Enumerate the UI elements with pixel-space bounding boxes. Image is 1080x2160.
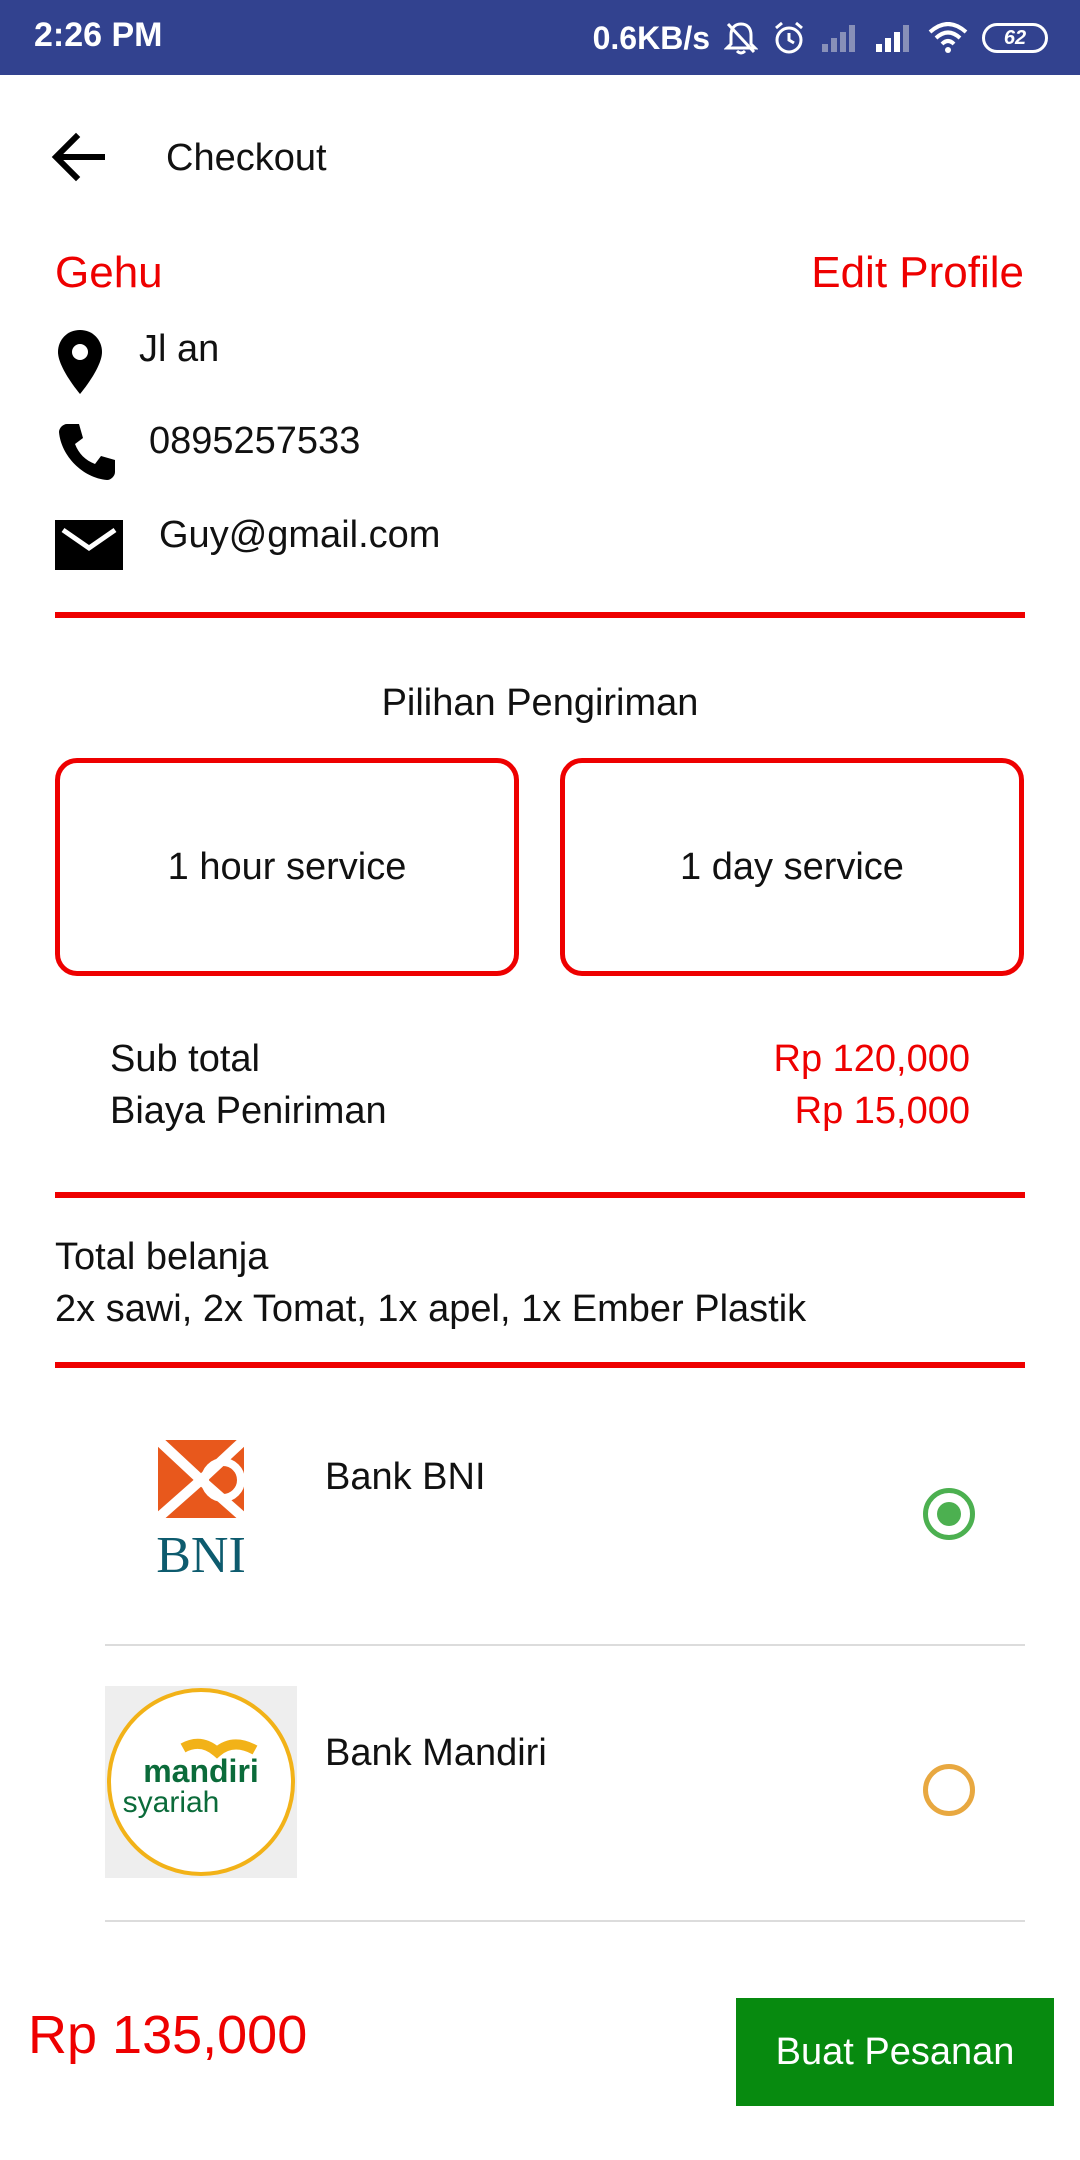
cart-items: 2x sawi, 2x Tomat, 1x apel, 1x Ember Pla… (55, 1288, 807, 1330)
subtotal-value: Rp 120,000 (773, 1038, 971, 1080)
location-pin-icon (55, 328, 105, 403)
radio-unselected-mandiri[interactable] (923, 1764, 975, 1816)
place-order-button[interactable]: Buat Pesanan (736, 1998, 1054, 2106)
email-text: Guy@gmail.com (159, 514, 441, 556)
network-speed: 0.6KB/s (592, 19, 710, 56)
divider (55, 1192, 1025, 1198)
profile-name: Gehu (55, 248, 163, 297)
phone-icon (55, 420, 119, 489)
mandiri-syariah-logo: mandiri syariah (105, 1686, 297, 1878)
alarm-icon (772, 20, 806, 56)
shipping-cost-value: Rp 15,000 (794, 1090, 970, 1132)
shipping-title: Pilihan Pengiriman (381, 682, 699, 724)
status-bar: 2:26 PM 0.6KB/s 62 (0, 0, 1080, 75)
payment-option-mandiri[interactable]: mandiri syariah Bank Mandiri (105, 1646, 1025, 1922)
subtotal-label: Sub total (110, 1038, 260, 1080)
grand-total: Rp 135,000 (28, 2005, 308, 2065)
phone-text: 0895257533 (149, 420, 361, 462)
bank-name-mandiri: Bank Mandiri (325, 1732, 547, 1774)
bank-name-bni: Bank BNI (325, 1456, 486, 1498)
mandiri-logo-text: mandiri (143, 1753, 259, 1789)
battery-icon: 62 (982, 23, 1048, 53)
cart-label: Total belanja (55, 1236, 269, 1278)
wifi-icon (928, 22, 968, 54)
shipping-cost-label: Biaya Peniriman (110, 1090, 387, 1132)
payment-option-bni[interactable]: BNI Bank BNI (105, 1370, 1025, 1646)
page-title: Checkout (166, 137, 327, 179)
signal-icon (874, 22, 914, 54)
divider (55, 612, 1025, 618)
edit-profile-link[interactable]: Edit Profile (811, 248, 1024, 298)
radio-selected-bni[interactable] (923, 1488, 975, 1540)
status-icons: 0.6KB/s 62 (593, 14, 1048, 62)
bni-logo-text: BNI (156, 1527, 246, 1584)
shipping-option-1-hour[interactable]: 1 hour service (55, 758, 519, 976)
syariah-logo-text: syariah (123, 1786, 220, 1819)
signal-icon (820, 22, 860, 54)
status-time: 2:26 PM (34, 16, 163, 54)
address-text: Jl an (139, 328, 220, 370)
divider (55, 1362, 1025, 1368)
shipping-option-1-day[interactable]: 1 day service (560, 758, 1024, 976)
app-bar: Checkout (0, 75, 1080, 245)
arrow-back-icon[interactable] (50, 127, 110, 187)
notifications-off-icon (724, 20, 758, 56)
bni-logo: BNI (105, 1410, 297, 1602)
email-icon (55, 514, 123, 575)
